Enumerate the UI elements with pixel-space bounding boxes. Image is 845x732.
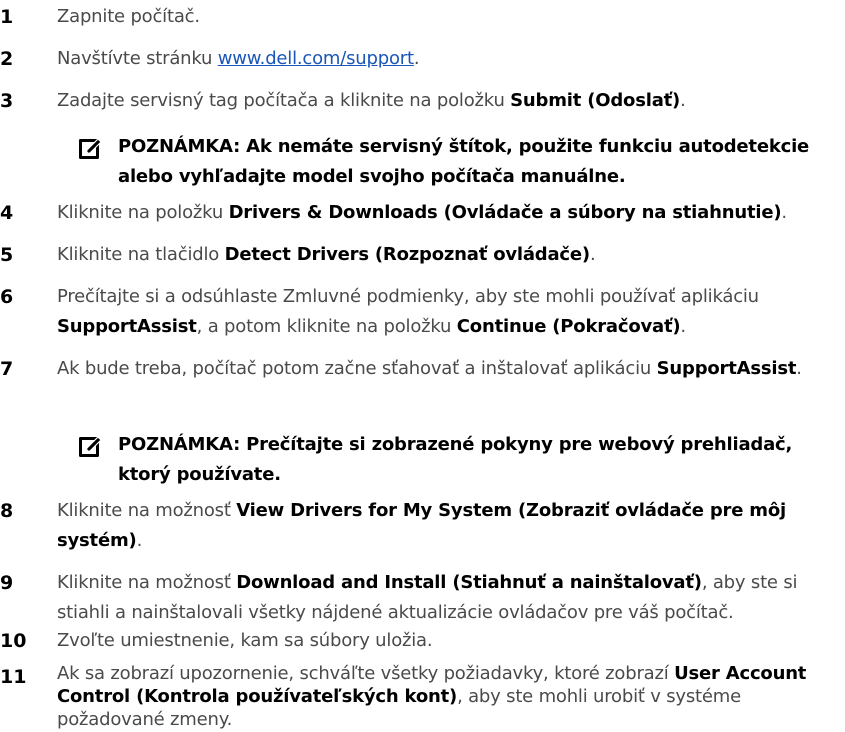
step-text-part: . <box>589 244 596 265</box>
step-number: 6 <box>0 286 14 308</box>
step-text-part: , a potom kliknite na položku <box>196 316 457 337</box>
step-bold-term: Download and Install (Stiahnuť a nainšta… <box>236 572 702 593</box>
step-text-part: . <box>796 358 802 379</box>
step-text-part: Zvoľte umiestnenie, kam sa súbory uložia… <box>57 630 433 651</box>
step-text-part: . <box>781 202 787 223</box>
step-text: Kliknite na možnosť Download and Install… <box>57 568 837 628</box>
step-text-part: . <box>136 530 143 551</box>
step-text-part: Zapnite počítač. <box>57 6 200 27</box>
step-number: 3 <box>0 90 14 112</box>
note-pencil-icon <box>79 436 102 457</box>
step-number: 10 <box>0 630 27 652</box>
step-text: Kliknite na možnosť View Drivers for My … <box>57 496 837 556</box>
step-text-part: Zadajte servisný tag počítača a kliknite… <box>57 90 511 111</box>
note-text: POZNÁMKA: Ak nemáte servisný štítok, pou… <box>118 136 810 187</box>
step-text-part: Kliknite na možnosť <box>57 572 237 593</box>
step-text-part: Navštívte stránku <box>57 48 218 69</box>
step-text: Navštívte stránku www.dell.com/support. <box>57 44 837 74</box>
step-bold-term: SupportAssist <box>57 316 197 337</box>
step-text-part: Prečítajte si a odsúhlaste Zmluvné podmi… <box>57 286 759 307</box>
step-text: Kliknite na tlačidlo Detect Drivers (Roz… <box>57 240 837 270</box>
step-text-part: Ak bude treba, počítač potom začne sťaho… <box>57 358 657 379</box>
step-text: Ak sa zobrazí upozornenie, schváľte všet… <box>57 662 837 731</box>
dell-support-link[interactable]: www.dell.com/support <box>218 48 414 69</box>
step-bold-term: SupportAssist <box>656 358 797 379</box>
step-text-part: . <box>413 48 420 69</box>
step-number: 2 <box>0 48 14 70</box>
step-number: 1 <box>0 6 14 28</box>
step-text-part: Kliknite na možnosť <box>57 500 237 521</box>
step-text-part: Kliknite na tlačidlo <box>57 244 225 265</box>
step-bold-term: Detect Drivers (Rozpoznať ovládače) <box>224 244 591 265</box>
step-number: 11 <box>0 666 27 688</box>
step-bold-term: Drivers & Downloads (Ovládače a súbory n… <box>228 202 782 223</box>
step-text: Kliknite na položku Drivers & Downloads … <box>57 198 837 228</box>
step-bold-term: Continue (Pokračovať) <box>456 316 681 337</box>
step-number: 5 <box>0 244 14 266</box>
step-text-part: Ak sa zobrazí upozornenie, schváľte všet… <box>57 663 675 684</box>
step-number: 8 <box>0 500 14 522</box>
step-text: Prečítajte si a odsúhlaste Zmluvné podmi… <box>57 282 837 342</box>
step-text-part: . <box>680 90 686 111</box>
step-text: Zvoľte umiestnenie, kam sa súbory uložia… <box>57 626 837 656</box>
step-text-part: Kliknite na položku <box>57 202 229 223</box>
step-text: Zapnite počítač. <box>57 2 837 32</box>
step-number: 4 <box>0 202 14 224</box>
step-text-part: . <box>680 316 686 337</box>
step-text: Ak bude treba, počítač potom začne sťaho… <box>57 354 837 384</box>
note-pencil-icon <box>79 138 102 159</box>
step-text: Zadajte servisný tag počítača a kliknite… <box>57 86 837 116</box>
instructions-page: 1 Zapnite počítač. 2 Navštívte stránku w… <box>0 0 845 732</box>
note-text: POZNÁMKA: Prečítajte si zobrazené pokyny… <box>118 434 793 485</box>
step-bold-term: Submit (Odoslať) <box>510 90 681 111</box>
step-number: 9 <box>0 572 14 594</box>
step-number: 7 <box>0 358 14 380</box>
